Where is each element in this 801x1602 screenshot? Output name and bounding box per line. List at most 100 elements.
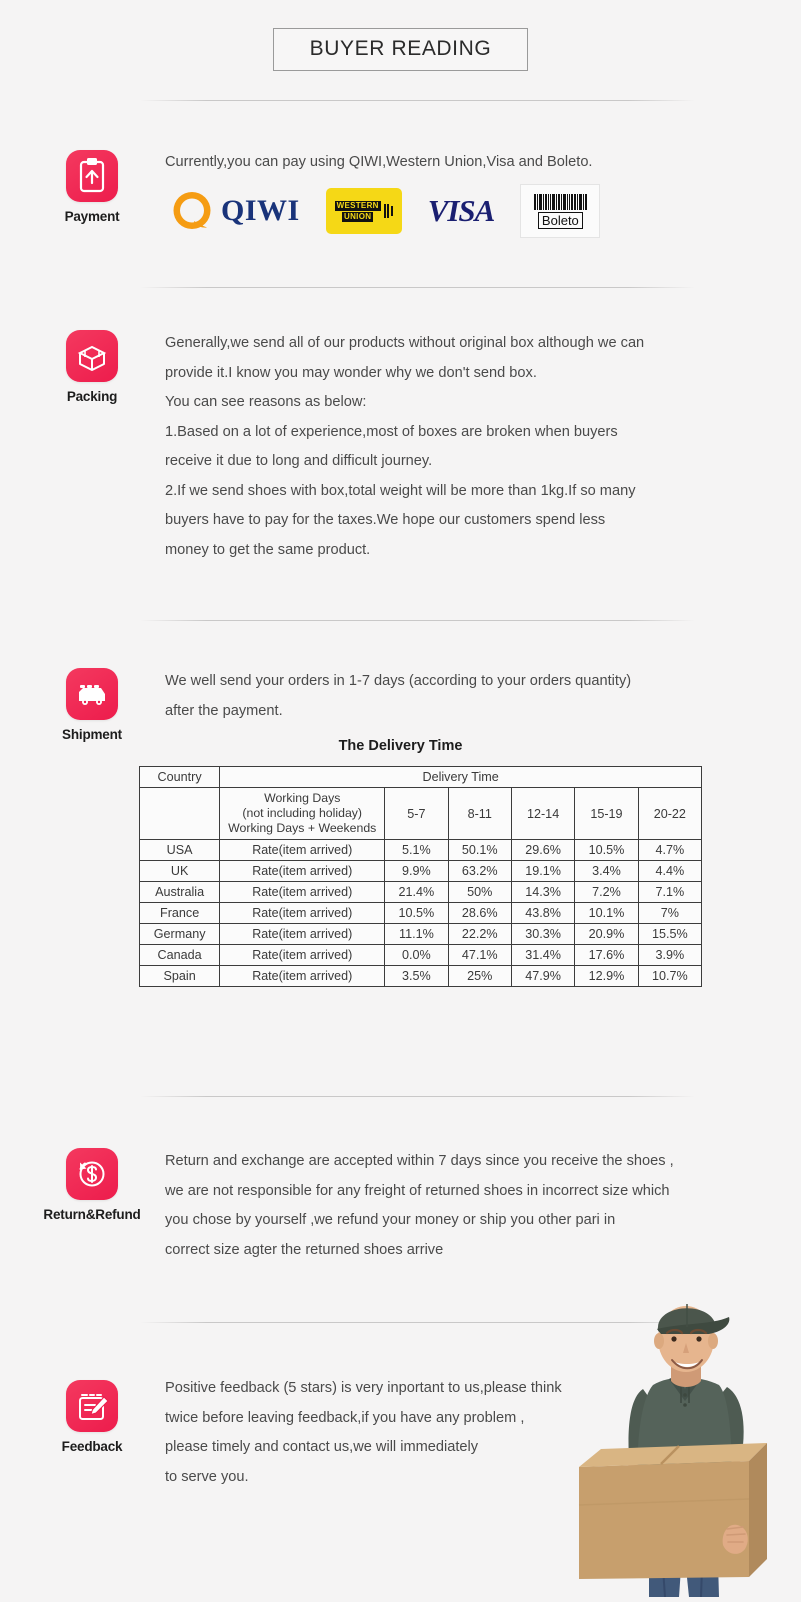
feedback-pencil-icon xyxy=(66,1380,118,1432)
payment-logos: QIWI WESTERN UNION VISA Boleto xyxy=(168,184,601,238)
row-value: 30.3% xyxy=(510,923,576,945)
row-value: 50.1% xyxy=(447,839,512,861)
row-value: 47.1% xyxy=(447,944,512,966)
row-value: 9.9% xyxy=(384,860,449,882)
row-value: 14.3% xyxy=(510,881,576,903)
header-range-4: 15-19 xyxy=(574,787,639,840)
page-title: BUYER READING xyxy=(272,28,529,71)
payment-clipboard-icon xyxy=(66,150,118,202)
row-value: 12.9% xyxy=(574,965,639,987)
row-country: Canada xyxy=(138,944,221,966)
working-days-line-1: Working Days xyxy=(264,791,341,805)
header-range-3: 12-14 xyxy=(510,787,576,840)
divider-top xyxy=(140,100,695,101)
feedback-line-2: twice before leaving feedback,if you hav… xyxy=(165,1409,525,1426)
header-country: Country xyxy=(138,766,221,788)
row-value: 31.4% xyxy=(510,944,576,966)
row-country: UK xyxy=(138,860,221,882)
feedback-text: Positive feedback (5 stars) is very inpo… xyxy=(165,1374,595,1492)
header-range-1: 5-7 xyxy=(384,787,449,840)
row-value: 7% xyxy=(637,902,703,924)
working-days-line-3: Working Days + Weekends xyxy=(228,821,377,835)
payment-text-line: Currently,you can pay using QIWI,Western… xyxy=(165,154,593,170)
row-value: 22.2% xyxy=(447,923,512,945)
row-value: 10.5% xyxy=(384,902,449,924)
packing-line-4: 1.Based on a lot of experience,most of b… xyxy=(165,423,618,440)
row-rate-label: Rate(item arrived) xyxy=(219,923,386,945)
shipment-text: We well send your orders in 1-7 days (ac… xyxy=(165,667,710,726)
refund-dollar-icon xyxy=(66,1148,118,1200)
western-union-wordmark: WESTERN UNION xyxy=(334,200,381,222)
row-rate-label: Rate(item arrived) xyxy=(219,944,386,966)
row-value: 50% xyxy=(447,881,512,903)
qiwi-logo-text: QIWI xyxy=(221,194,300,227)
refund-text: Return and exchange are accepted within … xyxy=(165,1147,720,1265)
row-value: 43.8% xyxy=(510,902,576,924)
row-rate-label: Rate(item arrived) xyxy=(219,902,386,924)
divider-after-payment xyxy=(140,287,695,288)
row-value: 10.5% xyxy=(574,839,639,861)
page-title-wrap: BUYER READING xyxy=(0,28,801,71)
row-value: 3.5% xyxy=(384,965,449,987)
visa-logo: VISA xyxy=(427,193,496,228)
divider-after-shipment xyxy=(140,1096,695,1097)
table-row: Germany Rate(item arrived) 11.1% 22.2% 3… xyxy=(138,923,703,945)
table-row: Australia Rate(item arrived) 21.4% 50% 1… xyxy=(138,881,703,903)
row-country: USA xyxy=(138,839,221,861)
barcode-icon xyxy=(533,193,587,210)
table-row: France Rate(item arrived) 10.5% 28.6% 43… xyxy=(138,902,703,924)
row-value: 28.6% xyxy=(447,902,512,924)
western-union-bars-icon xyxy=(383,204,393,218)
section-icon-payment: Payment xyxy=(32,150,152,224)
open-box-icon xyxy=(66,330,118,382)
section-label-packing: Packing xyxy=(66,389,118,404)
shipment-line-1: We well send your orders in 1-7 days (ac… xyxy=(165,673,632,689)
row-value: 15.5% xyxy=(637,923,703,945)
header-country-blank xyxy=(138,787,221,840)
feedback-line-4: to serve you. xyxy=(165,1468,249,1485)
header-working-days: Working Days (not including holiday) Wor… xyxy=(219,787,386,840)
table-row: Canada Rate(item arrived) 0.0% 47.1% 31.… xyxy=(138,944,703,966)
table-header-row-2: Working Days (not including holiday) Wor… xyxy=(138,787,703,840)
refund-line-2: we are not responsible for any freight o… xyxy=(165,1182,670,1199)
row-value: 19.1% xyxy=(510,860,576,882)
table-header-row-1: Country Delivery Time xyxy=(138,766,702,788)
working-days-line-2: (not including holiday) xyxy=(242,806,363,820)
row-value: 3.9% xyxy=(637,944,703,966)
row-country: Australia xyxy=(138,881,221,903)
row-value: 7.2% xyxy=(574,881,639,903)
row-value: 29.6% xyxy=(510,839,576,861)
row-value: 7.1% xyxy=(637,881,703,903)
boleto-logo-text: Boleto xyxy=(537,211,583,229)
header-delivery-time: Delivery Time xyxy=(219,766,702,788)
section-icon-refund: Return&Refund xyxy=(32,1148,152,1222)
row-value: 5.1% xyxy=(384,839,449,861)
payment-text: Currently,you can pay using QIWI,Western… xyxy=(165,148,705,178)
row-value: 0.0% xyxy=(384,944,449,966)
feedback-line-3: please timely and contact us,we will imm… xyxy=(165,1439,479,1455)
qiwi-logo: QIWI xyxy=(168,187,300,235)
row-country: France xyxy=(138,902,221,924)
row-rate-label: Rate(item arrived) xyxy=(219,965,386,987)
header-range-5: 20-22 xyxy=(637,787,703,840)
row-rate-label: Rate(item arrived) xyxy=(219,860,386,882)
divider-after-packing xyxy=(140,620,695,621)
packing-line-8: money to get the same product. xyxy=(165,541,371,558)
packing-line-3: You can see reasons as below: xyxy=(165,394,367,410)
packing-line-6: 2.If we send shoes with box,total weight… xyxy=(165,482,636,499)
section-label-payment: Payment xyxy=(64,209,120,224)
header-range-2: 8-11 xyxy=(447,787,512,840)
packing-line-2: provide it.I know you may wonder why we … xyxy=(165,364,537,381)
row-value: 17.6% xyxy=(574,944,639,966)
table-row: Spain Rate(item arrived) 3.5% 25% 47.9% … xyxy=(138,965,703,987)
packing-line-7: buyers have to pay for the taxes.We hope… xyxy=(165,512,606,528)
western-union-logo: WESTERN UNION xyxy=(325,188,402,234)
packing-line-5: receive it due to long and difficult jou… xyxy=(165,453,433,469)
western-union-line1: WESTERN xyxy=(334,200,381,211)
row-value: 10.1% xyxy=(574,902,639,924)
delivery-table-title: The Delivery Time xyxy=(338,738,463,754)
row-value: 3.4% xyxy=(574,860,639,882)
delivery-man-photo xyxy=(561,1277,801,1598)
row-value: 21.4% xyxy=(384,881,449,903)
row-value: 47.9% xyxy=(510,965,576,987)
